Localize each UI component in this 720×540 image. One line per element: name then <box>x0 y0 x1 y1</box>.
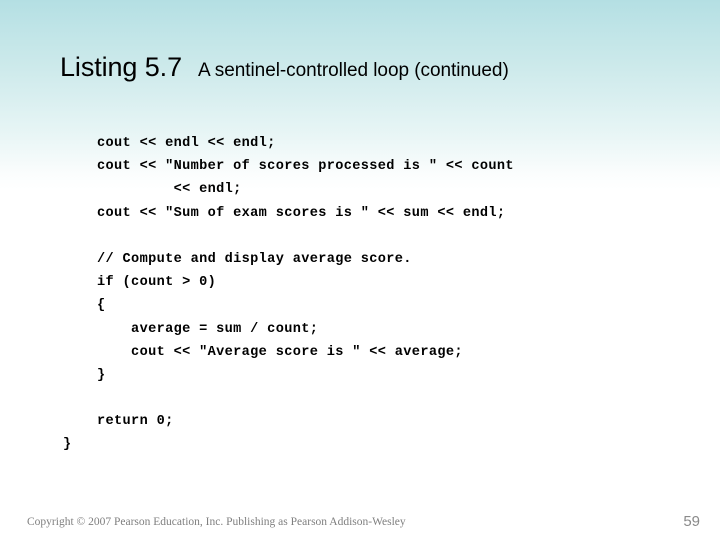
slide-page-number: 59 <box>683 513 700 530</box>
code-line: return 0; <box>63 414 174 430</box>
footer-copyright-text: Copyright © 2007 Pearson Education, Inc.… <box>27 516 406 528</box>
code-line: cout << "Number of scores processed is "… <box>63 159 514 175</box>
page-title: Listing 5.7 <box>60 52 182 82</box>
code-line: << endl; <box>63 182 242 198</box>
code-line: } <box>63 367 106 383</box>
code-listing: cout << endl << endl; cout << "Number of… <box>63 132 703 457</box>
page-subtitle: A sentinel-controlled loop (continued) <box>197 60 509 81</box>
code-line: if (count > 0) <box>63 275 217 291</box>
code-line: { <box>63 298 106 314</box>
code-line: average = sum / count; <box>63 321 319 337</box>
code-line: } <box>63 437 72 453</box>
slide-title: Listing 5.7 A sentinel-controlled loop (… <box>60 52 680 92</box>
code-line: // Compute and display average score. <box>63 251 412 267</box>
code-line: cout << "Sum of exam scores is " << sum … <box>63 205 506 221</box>
code-line: cout << "Average score is " << average; <box>63 344 463 360</box>
slide-canvas: Listing 5.7 A sentinel-controlled loop (… <box>0 0 720 540</box>
code-line: cout << endl << endl; <box>63 136 276 151</box>
